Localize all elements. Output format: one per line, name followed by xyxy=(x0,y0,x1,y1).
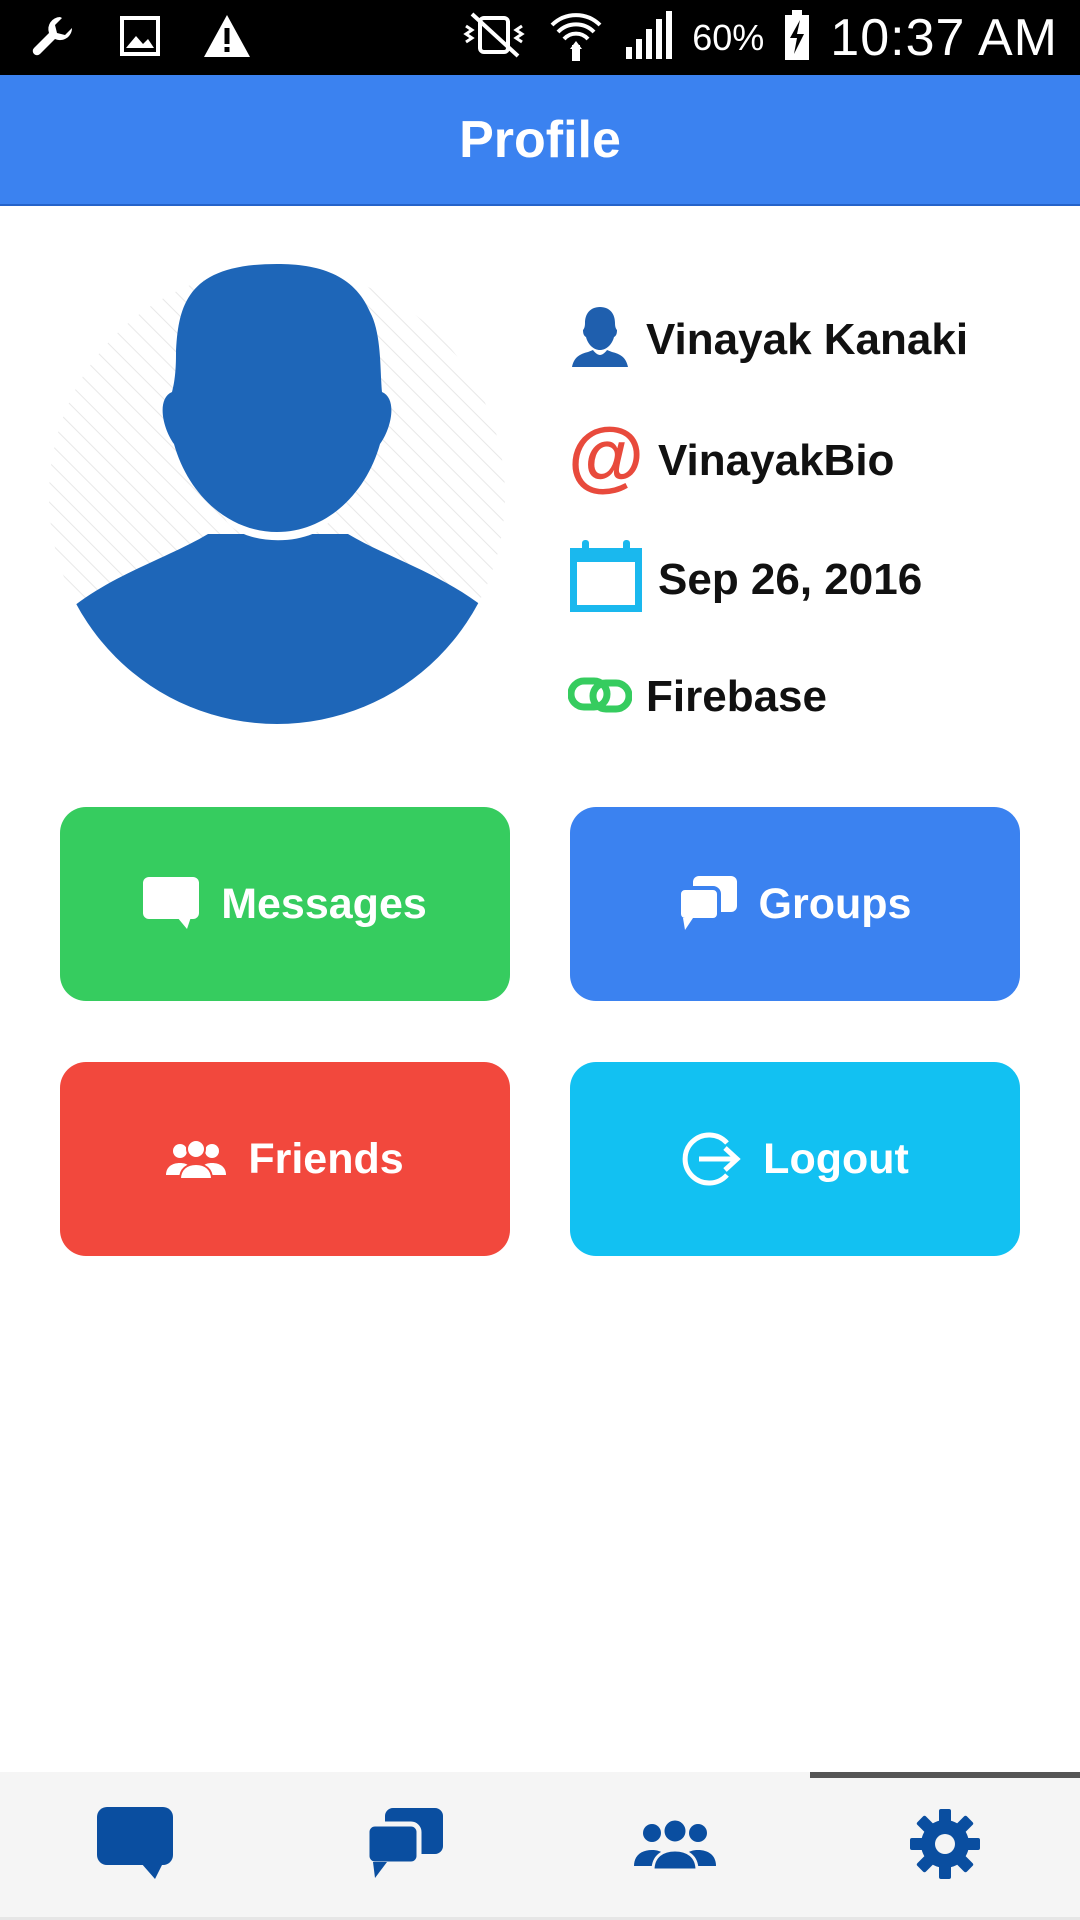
user-icon xyxy=(568,305,632,374)
profile-username: VinayakBio xyxy=(658,435,895,485)
clock: 10:37 AM xyxy=(830,8,1058,67)
messages-button[interactable]: Messages xyxy=(60,807,510,1001)
signal-icon xyxy=(622,9,674,66)
wifi-icon xyxy=(548,7,604,68)
settings-icon xyxy=(910,1808,980,1884)
battery-charging-icon xyxy=(782,8,812,67)
profile-date-row: Sep 26, 2016 xyxy=(568,540,922,619)
link-icon xyxy=(567,675,633,720)
at-sign-icon: @ xyxy=(568,411,644,501)
groups-label: Groups xyxy=(758,879,912,928)
mute-vibrate-icon xyxy=(458,10,530,65)
profile-provider: Firebase xyxy=(646,672,827,721)
chat-icon xyxy=(97,1806,173,1886)
profile-username-row: @ VinayakBio xyxy=(568,411,895,501)
image-icon xyxy=(118,14,162,63)
chat-icon xyxy=(143,877,200,931)
bottom-navigation xyxy=(0,1772,1080,1920)
page-title: Profile xyxy=(459,110,621,169)
calendar-icon xyxy=(568,540,644,619)
warning-icon xyxy=(202,13,252,64)
profile-date: Sep 26, 2016 xyxy=(658,554,923,604)
nav-item-settings[interactable] xyxy=(810,1772,1080,1920)
svg-text:@: @ xyxy=(568,420,644,496)
app-bar: Profile xyxy=(0,75,1080,206)
friends-icon xyxy=(634,1817,716,1875)
friends-button[interactable]: Friends xyxy=(60,1062,510,1256)
friends-label: Friends xyxy=(248,1134,404,1183)
profile-provider-row: Firebase xyxy=(567,672,827,722)
logout-button[interactable]: Logout xyxy=(570,1062,1020,1256)
messages-label: Messages xyxy=(221,879,427,928)
avatar[interactable] xyxy=(48,264,506,728)
status-bar: 60% 10:37 AM xyxy=(0,0,1080,75)
battery-percent: 60% xyxy=(692,16,765,58)
profile-name-row: Vinayak Kanaki xyxy=(568,305,968,374)
chats-icon xyxy=(678,876,737,932)
nav-item-messages[interactable] xyxy=(0,1772,270,1920)
wrench-icon xyxy=(28,11,78,66)
nav-item-friends[interactable] xyxy=(540,1772,810,1920)
nav-item-groups[interactable] xyxy=(270,1772,540,1920)
groups-button[interactable]: Groups xyxy=(570,807,1020,1001)
chats-icon xyxy=(364,1807,443,1885)
logout-icon xyxy=(681,1129,741,1189)
friends-icon xyxy=(166,1139,227,1179)
profile-name: Vinayak Kanaki xyxy=(646,314,969,364)
logout-label: Logout xyxy=(763,1134,909,1183)
